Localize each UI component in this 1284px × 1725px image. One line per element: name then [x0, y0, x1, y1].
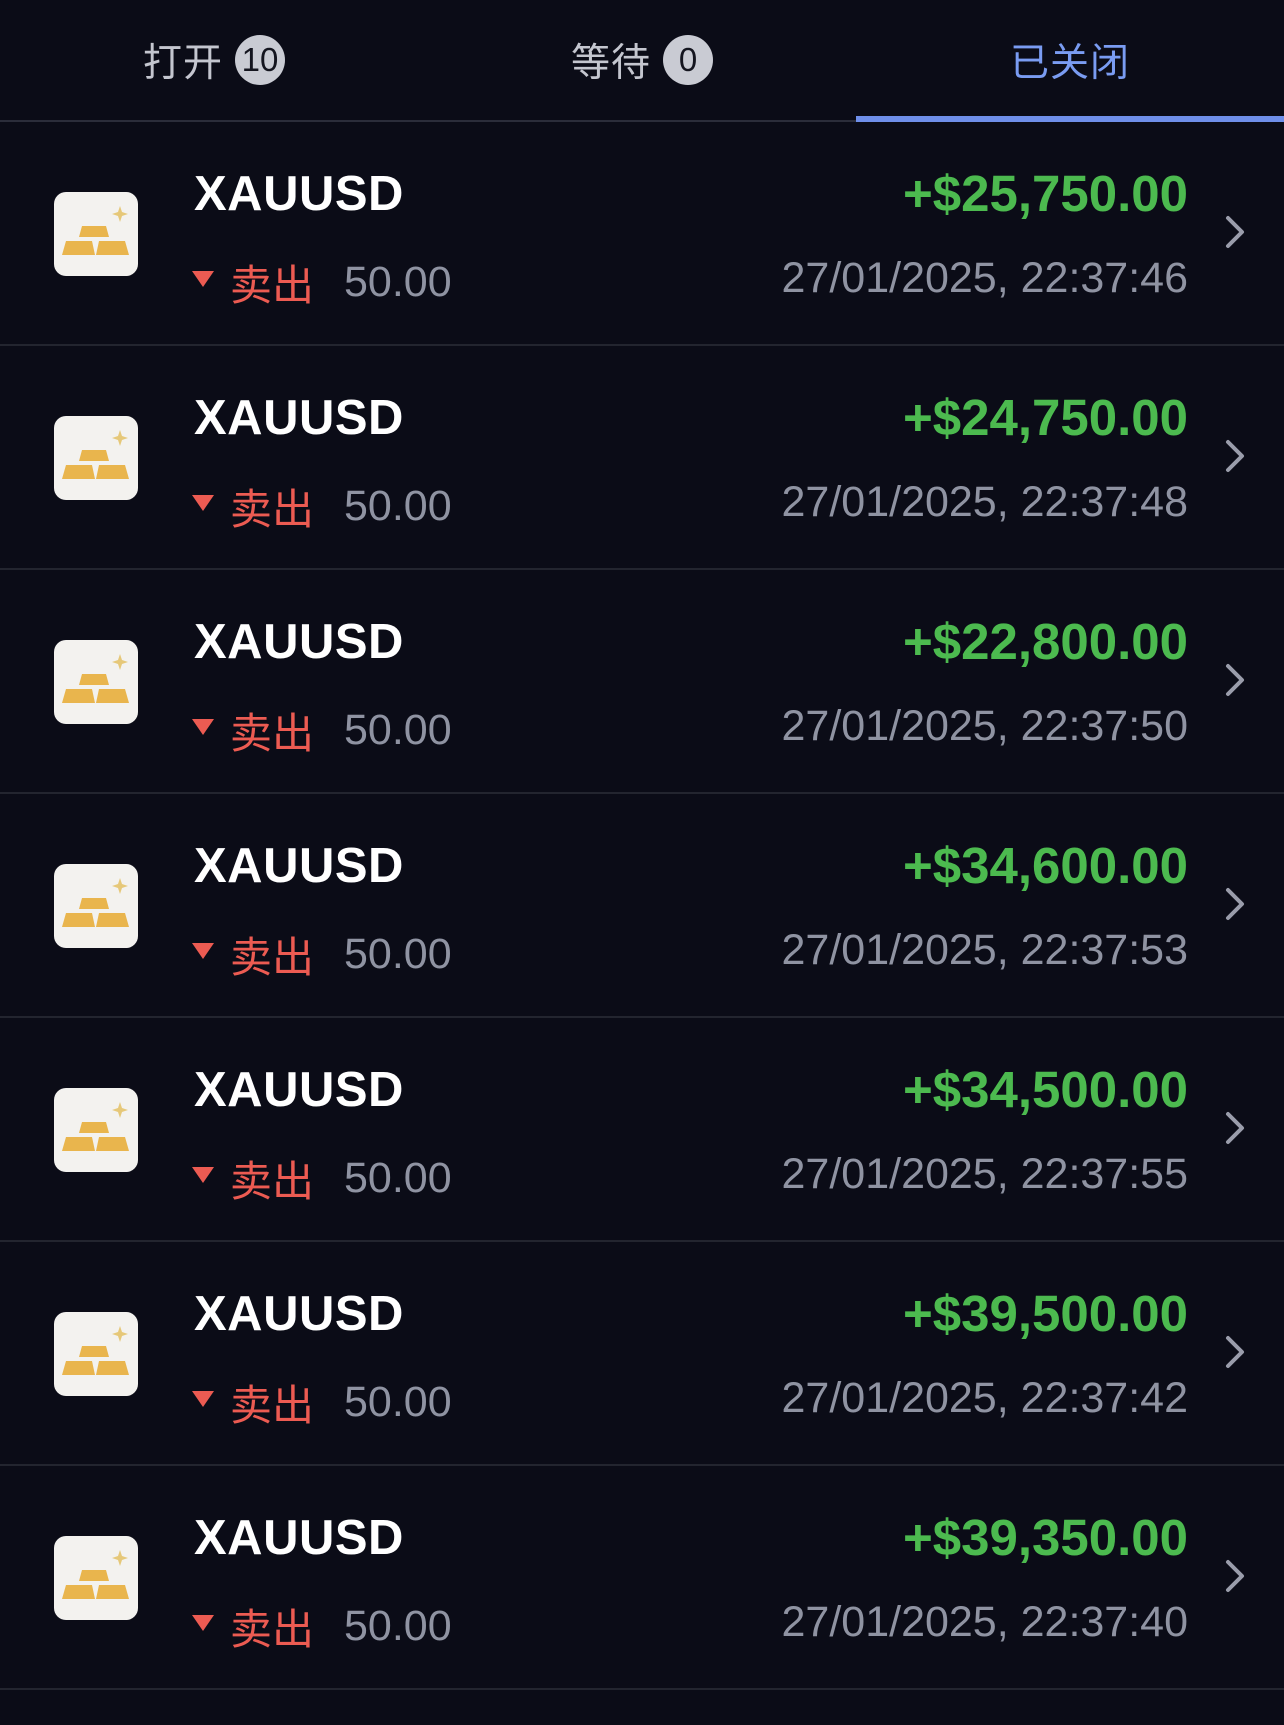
trade-profit: +$34,500.00	[902, 1061, 1188, 1118]
gold-bars-icon	[54, 1536, 138, 1620]
sell-arrow-icon	[192, 1391, 214, 1407]
trade-row[interactable]: XAUUSD 卖出 50.00 +$25,750.00 27/01/2025, …	[0, 122, 1284, 346]
trade-volume: 50.00	[344, 1377, 452, 1426]
gold-bars-icon	[54, 416, 138, 500]
trade-volume: 50.00	[344, 705, 452, 754]
trade-close-time: 27/01/2025, 22:37:42	[781, 1374, 1188, 1422]
trade-row[interactable]: XAUUSD 卖出 50.00 +$34,600.00 27/01/2025, …	[0, 794, 1284, 1018]
sell-arrow-icon	[192, 1167, 214, 1183]
trade-symbol: XAUUSD	[194, 1511, 404, 1565]
sell-arrow-icon	[192, 1615, 214, 1631]
trade-profit: +$39,500.00	[902, 1285, 1188, 1342]
chevron-right-icon	[1214, 660, 1254, 700]
trade-row[interactable]: XAUUSD 卖出 50.00 +$24,750.00 27/01/2025, …	[0, 346, 1284, 570]
chevron-right-icon	[1214, 1108, 1254, 1148]
trade-row[interactable]: XAUUSD 卖出 50.00 +$39,350.00 27/01/2025, …	[0, 1466, 1284, 1690]
trade-side-group: 卖出 50.00	[192, 702, 452, 758]
trade-profit: +$22,800.00	[902, 613, 1188, 670]
gold-bars-icon	[54, 1088, 138, 1172]
trade-profit: +$24,750.00	[902, 389, 1188, 446]
trade-side-group: 卖出 50.00	[192, 1598, 452, 1654]
sell-arrow-icon	[192, 943, 214, 959]
trade-side-group: 卖出 50.00	[192, 478, 452, 534]
trade-side-group: 卖出 50.00	[192, 1150, 452, 1206]
trade-close-time: 27/01/2025, 22:37:46	[781, 254, 1188, 302]
open-count-badge: 10	[235, 35, 285, 85]
chevron-right-icon	[1214, 1332, 1254, 1372]
trade-volume: 50.00	[344, 481, 452, 530]
trade-profit: +$39,350.00	[902, 1509, 1188, 1566]
closed-trade-list: XAUUSD 卖出 50.00 +$25,750.00 27/01/2025, …	[0, 122, 1284, 1690]
trade-close-time: 27/01/2025, 22:37:55	[781, 1150, 1188, 1198]
chevron-right-icon	[1214, 436, 1254, 476]
trade-close-time: 27/01/2025, 22:37:48	[781, 478, 1188, 526]
chevron-right-icon	[1214, 212, 1254, 252]
trade-side: 卖出	[230, 1605, 315, 1653]
trade-row[interactable]: XAUUSD 卖出 50.00 +$39,500.00 27/01/2025, …	[0, 1242, 1284, 1466]
trade-volume: 50.00	[344, 1153, 452, 1202]
tab-open-label: 打开	[142, 42, 223, 85]
trade-symbol: XAUUSD	[194, 839, 404, 893]
gold-bars-icon	[54, 1312, 138, 1396]
trade-side-group: 卖出 50.00	[192, 1374, 452, 1430]
trade-side-group: 卖出 50.00	[192, 926, 452, 982]
trade-symbol: XAUUSD	[194, 167, 404, 221]
trade-side: 卖出	[230, 1157, 315, 1205]
trade-side: 卖出	[230, 485, 315, 533]
tab-pending[interactable]: 等待 0	[428, 0, 856, 120]
chevron-right-icon	[1214, 884, 1254, 924]
trade-side: 卖出	[230, 933, 315, 981]
trade-side-group: 卖出 50.00	[192, 254, 452, 310]
trade-symbol: XAUUSD	[194, 1287, 404, 1341]
pending-count-badge: 0	[663, 35, 713, 85]
order-status-tabs: 打开 10 等待 0 已关闭	[0, 0, 1284, 122]
sell-arrow-icon	[192, 271, 214, 287]
sell-arrow-icon	[192, 719, 214, 735]
trade-volume: 50.00	[344, 257, 452, 306]
chevron-right-icon	[1214, 1556, 1254, 1596]
trade-profit: +$25,750.00	[902, 165, 1188, 222]
trade-profit: +$34,600.00	[902, 837, 1188, 894]
trade-symbol: XAUUSD	[194, 1063, 404, 1117]
closed-orders-screen: 打开 10 等待 0 已关闭 XAUUSD 卖出 50.00 +$25,750.…	[0, 0, 1284, 1725]
trade-close-time: 27/01/2025, 22:37:53	[781, 926, 1188, 974]
trade-side: 卖出	[230, 709, 315, 757]
trade-volume: 50.00	[344, 929, 452, 978]
tab-pending-label: 等待	[570, 42, 651, 85]
trade-volume: 50.00	[344, 1601, 452, 1650]
tab-closed[interactable]: 已关闭	[856, 0, 1284, 122]
tab-open[interactable]: 打开 10	[0, 0, 428, 120]
trade-row[interactable]: XAUUSD 卖出 50.00 +$22,800.00 27/01/2025, …	[0, 570, 1284, 794]
gold-bars-icon	[54, 640, 138, 724]
gold-bars-icon	[54, 864, 138, 948]
trade-row[interactable]: XAUUSD 卖出 50.00 +$34,500.00 27/01/2025, …	[0, 1018, 1284, 1242]
trade-side: 卖出	[230, 261, 315, 309]
trade-symbol: XAUUSD	[194, 391, 404, 445]
tab-closed-label: 已关闭	[1009, 42, 1130, 85]
trade-symbol: XAUUSD	[194, 615, 404, 669]
gold-bars-icon	[54, 192, 138, 276]
trade-close-time: 27/01/2025, 22:37:40	[781, 1598, 1188, 1646]
trade-close-time: 27/01/2025, 22:37:50	[781, 702, 1188, 750]
sell-arrow-icon	[192, 495, 214, 511]
trade-side: 卖出	[230, 1381, 315, 1429]
